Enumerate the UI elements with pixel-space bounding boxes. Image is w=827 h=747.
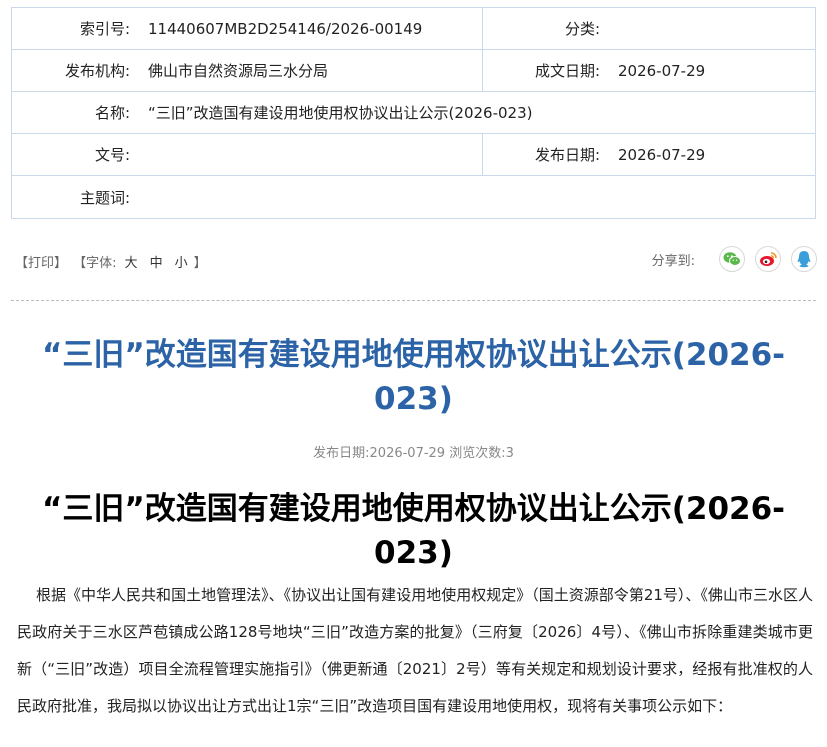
font-large-link[interactable]: 大 <box>125 256 138 271</box>
article-title-repeat: “三旧”改造国有建设用地使用权协议出让公示(2026-023) <box>41 491 786 571</box>
category-value <box>602 8 815 49</box>
share-bar: 分享到: <box>652 246 817 272</box>
article-paragraph: 根据《中华人民共和国土地管理法》、《协议出让国有建设用地使用权规定》（国土资源部… <box>17 586 813 715</box>
index-value: 11440607MB2D254146/2026-00149 <box>148 19 423 38</box>
publish-date-value: 2026-07-29 <box>618 145 706 164</box>
category-label: 分类: <box>482 8 602 49</box>
name-label: 名称: <box>94 104 130 122</box>
doc-no-value <box>132 134 482 175</box>
index-label: 索引号: <box>79 20 130 38</box>
font-size-label-close: 】 <box>193 256 207 271</box>
publish-info: 发布日期:2026-07-29 浏览次数:3 <box>313 446 514 461</box>
weibo-icon[interactable] <box>755 246 781 272</box>
document-meta-table: 索引号: 11440607MB2D254146/2026-00149 分类: 发… <box>11 7 816 219</box>
publish-date-label: 发布日期: <box>482 134 602 175</box>
created-date-label: 成文日期: <box>482 50 602 91</box>
keywords-value <box>132 176 815 218</box>
meta-row-publisher: 发布机构: 佛山市自然资源局三水分局 成文日期: 2026-07-29 <box>12 50 815 92</box>
content-divider <box>11 300 816 301</box>
meta-row-name: 名称: “三旧”改造国有建设用地使用权协议出让公示(2026-023) <box>12 92 815 134</box>
wechat-icon[interactable] <box>719 246 745 272</box>
print-link[interactable]: 【打印】 <box>15 256 67 271</box>
meta-row-doc-no: 文号: 发布日期: 2026-07-29 <box>12 134 815 176</box>
meta-row-index: 索引号: 11440607MB2D254146/2026-00149 分类: <box>12 8 815 50</box>
qq-icon[interactable] <box>791 246 817 272</box>
keywords-label: 主题词: <box>79 188 130 207</box>
article-toolbar: 【打印】 【字体: 大中小】 <box>15 252 209 271</box>
publisher-value: 佛山市自然资源局三水分局 <box>148 62 329 80</box>
created-date-value: 2026-07-29 <box>618 61 706 80</box>
name-value: “三旧”改造国有建设用地使用权协议出让公示(2026-023) <box>148 104 533 122</box>
publisher-label: 发布机构: <box>64 62 130 80</box>
doc-no-label: 文号: <box>94 146 130 164</box>
font-small-link[interactable]: 小 <box>175 256 188 271</box>
share-label: 分享到: <box>651 253 695 269</box>
article-title: “三旧”改造国有建设用地使用权协议出让公示(2026-023) <box>41 337 786 417</box>
meta-row-keywords: 主题词: <box>12 176 815 218</box>
font-medium-link[interactable]: 中 <box>150 256 163 271</box>
font-size-label-open: 【字体: <box>73 256 117 271</box>
